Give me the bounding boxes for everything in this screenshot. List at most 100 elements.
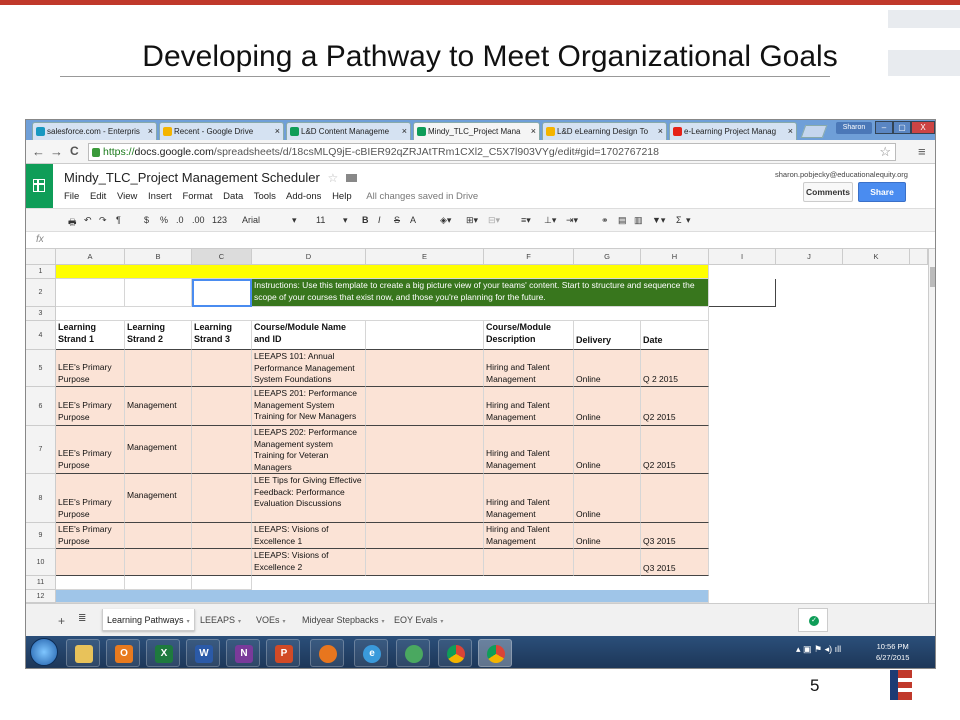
cell-blank[interactable] [366, 549, 484, 576]
cell-strand-2[interactable]: Management [125, 426, 192, 474]
functions-button[interactable]: Σ [676, 215, 682, 225]
chevron-down-icon[interactable]: ▾ [283, 619, 286, 625]
cell-strand-2[interactable]: Management [125, 387, 192, 426]
cell-blank[interactable] [366, 387, 484, 426]
row-header[interactable]: 10 [26, 549, 56, 576]
column-header-c[interactable]: C [192, 249, 252, 265]
row-header[interactable]: 6 [26, 387, 56, 426]
sheet-tab-eoy-evals[interactable]: EOY Evals ▾ [390, 609, 447, 631]
percent-button[interactable]: % [160, 215, 168, 225]
cell-strand-3[interactable] [192, 523, 252, 549]
cell-date[interactable]: Q2 2015 [641, 426, 709, 474]
cell-description[interactable]: Hiring and Talent Management [484, 387, 574, 426]
cell-date[interactable] [641, 474, 709, 523]
cell-delivery[interactable]: Online [574, 426, 641, 474]
taskbar-ie[interactable]: e [354, 639, 388, 667]
user-profile-chip[interactable]: Sharon [836, 122, 872, 134]
font-select[interactable]: Arial [242, 215, 260, 225]
redo-icon[interactable]: ↷ [99, 215, 107, 226]
currency-button[interactable]: $ [144, 215, 149, 225]
back-arrow-icon[interactable]: ← [32, 144, 45, 159]
cell-delivery[interactable] [574, 549, 641, 576]
chevron-down-icon[interactable]: ▾ [343, 215, 348, 226]
browser-tab-mindy[interactable]: Mindy_TLC_Project Mana × [413, 122, 540, 140]
document-title[interactable]: Mindy_TLC_Project Management Scheduler ☆ [64, 170, 357, 185]
row-header[interactable]: 4 [26, 321, 56, 350]
reload-icon[interactable]: C [70, 144, 79, 158]
undo-icon[interactable]: ↶ [84, 215, 92, 226]
menu-addons[interactable]: Add-ons [286, 191, 321, 202]
sheets-home-icon[interactable] [26, 164, 53, 208]
cell-blank[interactable] [366, 523, 484, 549]
row-header[interactable]: 1 [26, 265, 56, 279]
column-header-e[interactable]: E [366, 249, 484, 265]
cell-delivery[interactable]: Online [574, 523, 641, 549]
cell-strand-2[interactable] [125, 350, 192, 387]
tab-close-icon[interactable]: × [148, 126, 153, 136]
cell[interactable] [125, 576, 192, 590]
print-icon[interactable]: 🖶 [68, 215, 77, 231]
insert-chart-icon[interactable]: ▥ [634, 215, 643, 226]
folder-icon[interactable] [345, 174, 357, 182]
chevron-down-icon[interactable]: ▾ [292, 215, 297, 226]
row-header[interactable]: 3 [26, 307, 56, 321]
header-learning-strand-1[interactable]: Learning Strand 1 [56, 321, 125, 350]
empty-row[interactable] [56, 307, 709, 321]
header-learning-strand-2[interactable]: Learning Strand 2 [125, 321, 192, 350]
chevron-down-icon[interactable]: ▾ [382, 619, 385, 625]
cell-strand-1[interactable]: LEE's Primary Purpose [56, 523, 125, 549]
cell-strand-2[interactable] [125, 523, 192, 549]
cell-strand-3[interactable] [192, 426, 252, 474]
column-header-i[interactable]: I [709, 249, 776, 265]
system-clock[interactable]: 10:56 PM 6/27/2015 [876, 641, 909, 663]
insert-comment-icon[interactable]: ▤ [618, 215, 627, 226]
spreadsheet-grid[interactable]: A B C D E F G H I J K 1 2 3 4 5 6 7 8 9 … [26, 249, 928, 603]
cell-course-name[interactable]: LEEAPS: Visions of Excellence 1 [252, 523, 366, 549]
sheet-tab-midyear-stepbacks[interactable]: Midyear Stepbacks ▾ [298, 609, 389, 631]
column-header-f[interactable]: F [484, 249, 574, 265]
forward-arrow-icon[interactable]: → [50, 144, 63, 159]
cell-strand-2[interactable]: Management [125, 474, 192, 523]
tab-close-icon[interactable]: × [658, 126, 663, 136]
windows-start-icon[interactable] [30, 638, 58, 666]
cell-delivery[interactable]: Online [574, 474, 641, 523]
comments-button[interactable]: Comments [803, 182, 853, 202]
cell-strand-1[interactable]: LEE's Primary Purpose [56, 474, 125, 523]
tab-close-icon[interactable]: × [788, 126, 793, 136]
close-window-button[interactable]: X [911, 121, 935, 134]
column-header-d[interactable]: D [252, 249, 366, 265]
cell-blank[interactable] [366, 350, 484, 387]
share-button[interactable]: Share [858, 182, 906, 202]
bold-button[interactable]: B [362, 215, 369, 225]
cell[interactable] [56, 279, 125, 307]
taskbar-firefox[interactable] [310, 639, 344, 667]
align-vertical-icon[interactable]: ⊥▾ [544, 215, 556, 226]
taskbar-explorer[interactable] [66, 639, 100, 667]
column-header-k[interactable]: K [843, 249, 910, 265]
cell-blank[interactable] [366, 426, 484, 474]
menu-edit[interactable]: Edit [90, 191, 106, 202]
decrease-decimal-button[interactable]: .0 [176, 215, 184, 225]
more-formats-button[interactable]: 123 [212, 215, 227, 225]
browser-tab-youtube[interactable]: e-Learning Project Manag × [669, 122, 797, 140]
align-horizontal-icon[interactable]: ≡▾ [521, 215, 531, 226]
cell-strand-1[interactable]: LEE's Primary Purpose [56, 350, 125, 387]
taskbar-app[interactable] [396, 639, 430, 667]
cell-date[interactable]: Q3 2015 [641, 523, 709, 549]
menu-insert[interactable]: Insert [148, 191, 172, 202]
chevron-down-icon[interactable]: ▾ [440, 619, 443, 625]
browser-tab-ld-content[interactable]: L&D Content Manageme × [286, 122, 411, 140]
cell-delivery[interactable]: Online [574, 350, 641, 387]
menu-data[interactable]: Data [223, 191, 243, 202]
browser-tab-elearning-design[interactable]: L&D eLearning Design To × [542, 122, 667, 140]
header-delivery[interactable]: Delivery [574, 321, 641, 350]
cell-strand-3[interactable] [192, 549, 252, 576]
increase-decimal-button[interactable]: .00 [192, 215, 205, 225]
chrome-menu-icon[interactable]: ≡ [918, 144, 926, 159]
header-course-name[interactable]: Course/Module Name and ID [252, 321, 366, 350]
text-color-button[interactable]: A [410, 215, 416, 225]
taskbar-chrome-active[interactable] [478, 639, 512, 667]
merge-cells-icon[interactable]: ⊟▾ [488, 215, 500, 226]
column-header-b[interactable]: B [125, 249, 192, 265]
cell-course-name[interactable]: LEEAPS 201: Performance Management Syste… [252, 387, 366, 426]
